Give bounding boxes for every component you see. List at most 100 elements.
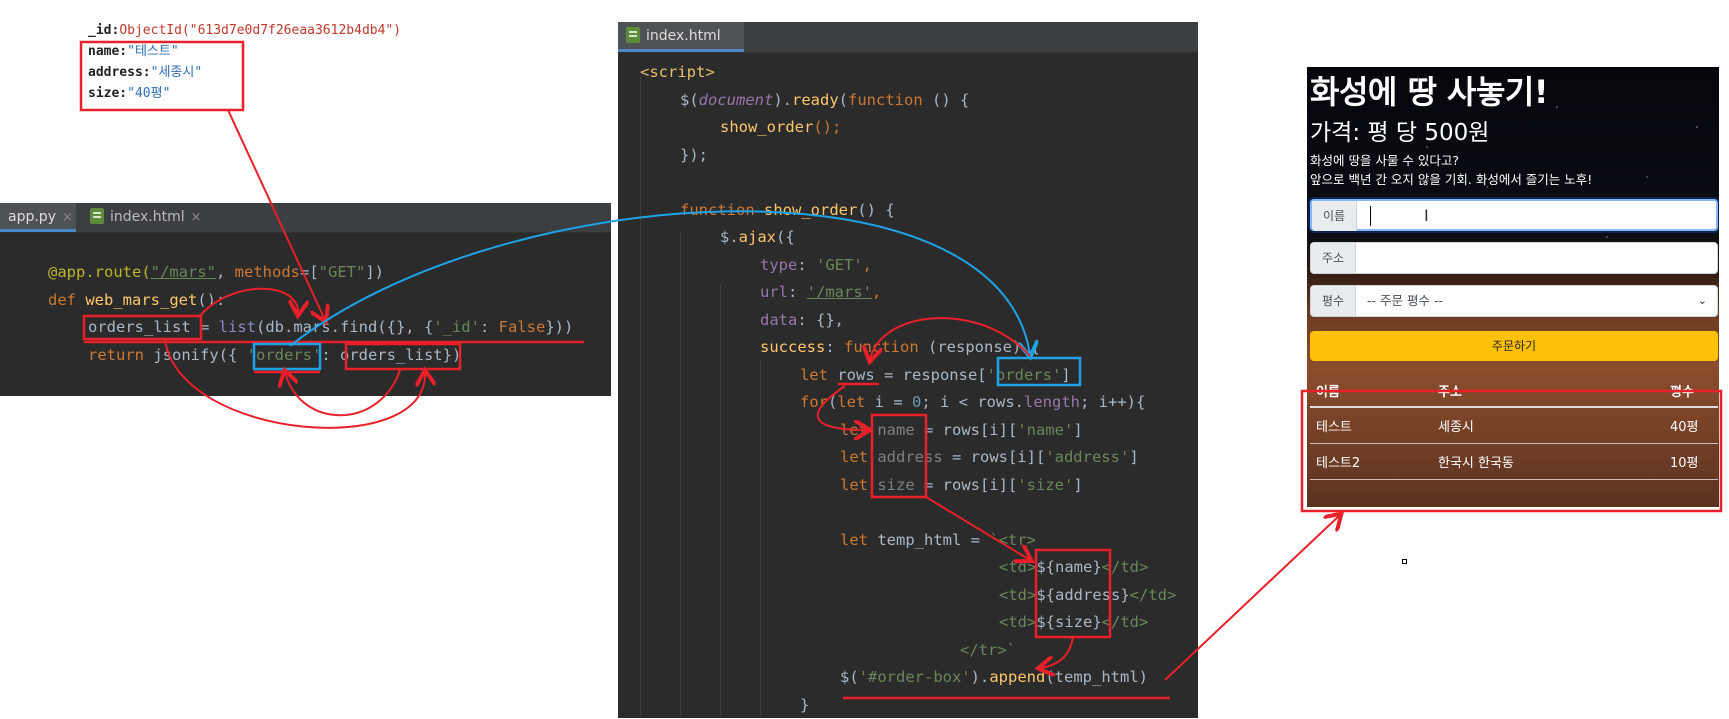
price-heading: 가격: 평 당 500원 [1310, 113, 1489, 147]
mongo-address-value: "세종시" [151, 65, 203, 80]
t: success [760, 338, 825, 356]
code-line-orders-list: orders_list = list(db.mars.find({}, {'_i… [88, 314, 573, 342]
t: size [877, 476, 914, 494]
tab-index-html-right[interactable]: index.html [618, 22, 744, 52]
mongo-id-key: _id: [88, 23, 119, 38]
text-cursor [1370, 206, 1371, 226]
t: ; i++){ [1080, 393, 1145, 411]
name-field[interactable]: 이름 I [1310, 199, 1718, 231]
t: let [840, 476, 877, 494]
indent-guide [640, 77, 641, 717]
code-line-7: type: 'GET', [760, 252, 872, 280]
size-select[interactable]: 평수 -- 주문 평수 -- ⌄ [1310, 285, 1718, 317]
code-line-21: $('#order-box').append(temp_html) [840, 664, 1148, 692]
chevron-down-icon: ⌄ [1698, 286, 1707, 316]
mongo-address-line: address:"세종시" [88, 62, 418, 83]
t: for [800, 393, 828, 411]
orders-list-var: orders_list [88, 318, 191, 336]
tab-index-html-label: index.html [110, 209, 185, 225]
t: () { [857, 201, 894, 219]
tab-index-html[interactable]: index.html × [82, 203, 210, 232]
code-line-8: url: '/mars', [760, 279, 881, 307]
t: ${address} [1036, 586, 1129, 604]
t: ). [971, 668, 990, 686]
t: } [800, 696, 809, 714]
t: ${name} [1036, 558, 1101, 576]
list-builtin: list [219, 318, 256, 336]
comma: , [216, 263, 235, 281]
tab-app-py[interactable]: app.py× [0, 203, 76, 232]
id-key: '_id' [433, 318, 480, 336]
t: let [800, 366, 837, 384]
t: ready [792, 91, 839, 109]
t: name [877, 421, 914, 439]
decorator: @app.route( [48, 263, 151, 281]
close-icon[interactable]: × [191, 210, 202, 225]
t: (response) { [928, 338, 1040, 356]
page-description: 화성에 땅을 사물 수 있다고? 앞으로 백년 간 오지 않을 기회. 화성에서… [1310, 151, 1592, 189]
desc-line-2: 앞으로 백년 간 오지 않을 기회. 화성에서 즐기는 노후! [1310, 170, 1592, 189]
code-line-3: show_order(); [720, 114, 841, 142]
cell-address: 세종시 [1432, 407, 1664, 444]
function-name: web_mars_get [85, 291, 197, 309]
code-line-13: let name = rows[i]['name'] [840, 417, 1083, 445]
size-label: 평수 [1311, 286, 1356, 316]
t: `<tr> [989, 531, 1036, 549]
t: type [760, 256, 797, 274]
t: ] [1129, 448, 1138, 466]
code-line-1: <script> [640, 59, 715, 87]
params: (): [197, 291, 225, 309]
mongo-name-line: name:"테스트" [88, 41, 418, 62]
t: temp_html = [877, 531, 989, 549]
ibeam-cursor-icon: I [1424, 206, 1429, 225]
t: 'size' [1017, 476, 1073, 494]
t: ] [1073, 476, 1082, 494]
mongo-address-key: address: [88, 65, 151, 80]
header-name: 이름 [1310, 375, 1432, 407]
t: }); [680, 146, 708, 164]
code-line-4: }); [680, 142, 708, 170]
page-title: 화성에 땅 사놓기! [1310, 67, 1548, 113]
code-line-17: <td>${name}</td> [999, 554, 1148, 582]
t: (); [813, 118, 841, 136]
t: = rows[i][ [943, 448, 1046, 466]
end: })) [545, 318, 573, 336]
tab-index-html-right-label: index.html [646, 28, 721, 44]
order-button[interactable]: 주문하기 [1310, 331, 1718, 361]
small-square-marker [1402, 559, 1407, 564]
code-line-5: function show_order() { [680, 197, 895, 225]
address-field[interactable]: 주소 [1310, 242, 1718, 274]
find-call: .find({}, { [331, 318, 434, 336]
eq: =[ [300, 263, 319, 281]
t: ; i < rows. [921, 393, 1024, 411]
db: (db. [256, 318, 293, 336]
index-html-editor: index.html <script> $(document).ready(fu… [618, 22, 1198, 718]
methods-kw: methods [235, 263, 300, 281]
t: </td> [1102, 613, 1149, 631]
t: ( [828, 393, 837, 411]
t: = response[ [875, 366, 987, 384]
code-line-20: </tr>` [960, 637, 1016, 665]
code-line-10: success: function (response) { [760, 334, 1040, 362]
mongo-id-line: _id:ObjectId("613d7e0d7f26eaa3612b4db4") [88, 20, 418, 41]
t: ${size} [1036, 613, 1101, 631]
script-tag: <script> [640, 63, 715, 81]
get-str: "GET" [319, 263, 366, 281]
t: rows [837, 366, 874, 384]
html-file-icon [90, 208, 104, 224]
t: $. [720, 228, 739, 246]
code-line-22: } [800, 692, 809, 719]
close-icon[interactable]: × [62, 210, 73, 225]
t: address [877, 448, 942, 466]
code-line-11: let rows = response['orders'] [800, 362, 1071, 390]
code-line-return: return jsonify({ 'orders': orders_list}) [88, 342, 461, 370]
t: $( [680, 91, 699, 109]
cell-name: 테스트 [1310, 407, 1432, 444]
orders-list-ref: orders_list [340, 346, 443, 364]
order-table: 이름 주소 평수 테스트 세종시 40평 테스트2 한국시 한국동 10평 [1310, 375, 1718, 480]
table-header-row: 이름 주소 평수 [1310, 375, 1718, 407]
t: ). [773, 91, 792, 109]
t: ({ [776, 228, 795, 246]
cell-size: 10평 [1664, 444, 1718, 480]
t: = rows[i][ [915, 476, 1018, 494]
